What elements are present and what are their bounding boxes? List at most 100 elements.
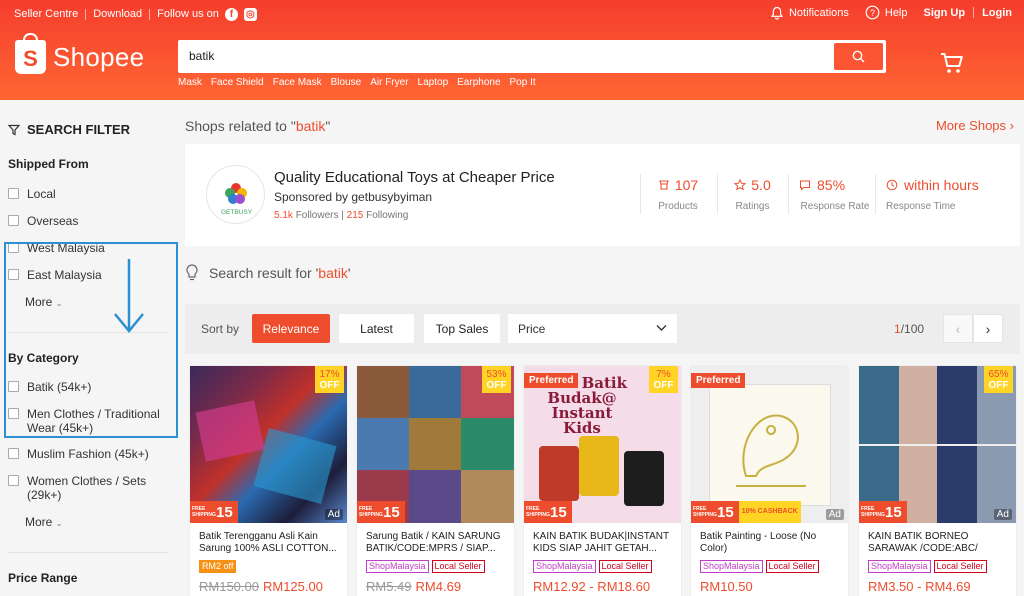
- stat-label: Response Time: [886, 201, 956, 212]
- login-link[interactable]: Login: [982, 7, 1012, 19]
- hot-keyword[interactable]: Face Shield: [211, 77, 264, 88]
- product-image[interactable]: Kain Batik Budak@ Instant Kids Preferred…: [524, 366, 681, 523]
- filter-option-local[interactable]: Local: [8, 187, 168, 201]
- clock-icon: [886, 179, 898, 191]
- hot-keyword[interactable]: Laptop: [418, 77, 449, 88]
- hot-keyword[interactable]: Face Mask: [273, 77, 322, 88]
- category-option-women-clothes[interactable]: Women Clothes / Sets (29k+): [8, 474, 168, 502]
- product-title[interactable]: KAIN BATIK BORNEO SARAWAK /CODE:ABC/ KAI…: [868, 531, 1008, 555]
- product-image[interactable]: Preferred FREE SHIPPING 15 10% CASHBACK Ad: [691, 366, 848, 523]
- product-title[interactable]: Batik Painting - Loose (No Color): [700, 531, 840, 555]
- hot-keyword[interactable]: Earphone: [457, 77, 500, 88]
- search-input[interactable]: batik: [189, 49, 214, 63]
- local-seller-tag: Local Seller: [598, 560, 652, 573]
- shop-name[interactable]: Quality Educational Toys at Cheaper Pric…: [274, 169, 555, 186]
- more-shops-link[interactable]: More Shops ›: [936, 118, 1014, 133]
- discount-badge: 53% OFF: [482, 366, 511, 393]
- divider: [875, 174, 876, 214]
- next-page-button[interactable]: ›: [973, 314, 1003, 343]
- search-bar[interactable]: batik: [178, 40, 886, 73]
- chevron-down-icon: ⌄: [55, 519, 63, 528]
- prev-page-button[interactable]: ‹: [943, 314, 973, 343]
- shop-followers: 5.1k Followers | 215 Following: [274, 210, 409, 221]
- download-link[interactable]: Download: [93, 8, 142, 20]
- following-count: 215: [346, 210, 364, 221]
- ad-badge: Ad: [993, 509, 1012, 520]
- down-arrow-annotation: [114, 259, 144, 333]
- product-image[interactable]: 53% OFF FREE SHIPPING 15: [357, 366, 514, 523]
- checkbox[interactable]: [8, 188, 19, 199]
- shop-card[interactable]: GETBUSY Quality Educational Toys at Chea…: [185, 144, 1020, 246]
- stat-value: 85%: [817, 177, 846, 193]
- current-price: RM12.92 - RM18.60: [533, 579, 651, 594]
- category-more-button[interactable]: More ⌄: [25, 515, 62, 529]
- follow-us-label: Follow us on: [157, 8, 219, 20]
- instagram-icon[interactable]: ◎: [243, 7, 257, 21]
- filter-icon: [8, 124, 20, 135]
- product-card[interactable]: 17% OFF FREE SHIPPING 15 Ad Batik Terengga…: [190, 366, 347, 596]
- product-tags: RM2 off: [199, 560, 239, 573]
- product-card[interactable]: 65% OFF FREE SHIPPING 15 Ad KAIN BATIK BOR…: [859, 366, 1016, 596]
- free-shipping-amount: 15: [885, 503, 902, 521]
- category-option-muslim-fashion[interactable]: Muslim Fashion (45k+): [8, 447, 168, 461]
- help-link[interactable]: ? Help: [865, 5, 908, 20]
- sign-up-link[interactable]: Sign Up: [924, 7, 966, 19]
- free-shipping-badge: FREE SHIPPING 15: [357, 501, 405, 523]
- product-image[interactable]: 65% OFF FREE SHIPPING 15 Ad: [859, 366, 1016, 523]
- search-filter-label: SEARCH FILTER: [27, 122, 131, 137]
- shops-related-suffix: ": [325, 118, 331, 134]
- current-price: RM125.00: [262, 579, 323, 594]
- hot-keyword[interactable]: Air Fryer: [370, 77, 408, 88]
- local-seller-tag: Local Seller: [933, 560, 987, 573]
- shops-related-prefix: Shops related to ": [185, 118, 296, 134]
- product-title[interactable]: Batik Terengganu Asli Kain Sarung 100% A…: [199, 531, 339, 555]
- price-range-heading: Price Range: [8, 571, 78, 585]
- page-total: /100: [900, 322, 925, 336]
- seller-centre-link[interactable]: Seller Centre: [14, 8, 78, 20]
- notifications-link[interactable]: Notifications: [770, 6, 849, 20]
- stat-ratings: 5.0 Ratings: [730, 177, 775, 212]
- sort-relevance-button[interactable]: Relevance: [252, 314, 330, 343]
- search-button[interactable]: [834, 43, 883, 70]
- product-card[interactable]: Preferred FREE SHIPPING 15 10% CASHBACK Ad…: [691, 366, 848, 596]
- followers-count: 5.1k: [274, 210, 293, 221]
- product-card[interactable]: Kain Batik Budak@ Instant Kids Preferred…: [524, 366, 681, 596]
- shop-avatar[interactable]: GETBUSY: [206, 165, 265, 224]
- shopee-logo[interactable]: S Shopee: [15, 33, 145, 74]
- voucher-tag: RM2 off: [199, 560, 237, 573]
- stat-value: within hours: [904, 177, 979, 193]
- filter-option-overseas[interactable]: Overseas: [8, 214, 168, 228]
- sort-latest-button[interactable]: Latest: [339, 314, 414, 343]
- search-icon: [852, 50, 865, 63]
- divider: [717, 174, 718, 214]
- product-card[interactable]: 53% OFF FREE SHIPPING 15 Sarung Batik / KA…: [357, 366, 514, 596]
- bell-icon: [770, 6, 784, 20]
- free-shipping-amount: 15: [717, 503, 734, 521]
- search-keyword: batik: [295, 118, 326, 134]
- sort-price-dropdown[interactable]: Price: [508, 314, 677, 343]
- discount-pct: 7%: [656, 369, 671, 380]
- logo-text: Shopee: [53, 41, 145, 72]
- hot-keyword[interactable]: Blouse: [331, 77, 362, 88]
- hot-keyword[interactable]: Mask: [178, 77, 202, 88]
- shop-malaysia-tag: ShopMalaysia: [533, 560, 596, 573]
- facebook-icon[interactable]: f: [224, 7, 238, 21]
- product-title[interactable]: Sarung Batik / KAIN SARUNG BATIK/CODE:MP…: [366, 531, 506, 555]
- stat-label: Products: [658, 201, 698, 212]
- product-image[interactable]: 17% OFF FREE SHIPPING 15 Ad: [190, 366, 347, 523]
- checkbox[interactable]: [8, 448, 19, 459]
- price-label: Price: [518, 322, 546, 336]
- divider: [640, 174, 641, 214]
- sort-top-sales-button[interactable]: Top Sales: [424, 314, 500, 343]
- result-suffix: ': [347, 265, 351, 281]
- chat-icon: [800, 180, 810, 191]
- stat-products: 107 Products: [652, 177, 704, 212]
- product-tags: ShopMalaysia Local Seller: [868, 560, 990, 573]
- cart-button[interactable]: [940, 52, 964, 79]
- product-title[interactable]: KAIN BATIK BUDAK|INSTANT KIDS SIAP JAHIT…: [533, 531, 673, 555]
- option-label: Local: [27, 187, 56, 201]
- product-price: RM12.92 - RM18.60: [533, 579, 650, 594]
- hot-keyword[interactable]: Pop It: [510, 77, 536, 88]
- checkbox[interactable]: [8, 215, 19, 226]
- checkbox[interactable]: [8, 475, 19, 486]
